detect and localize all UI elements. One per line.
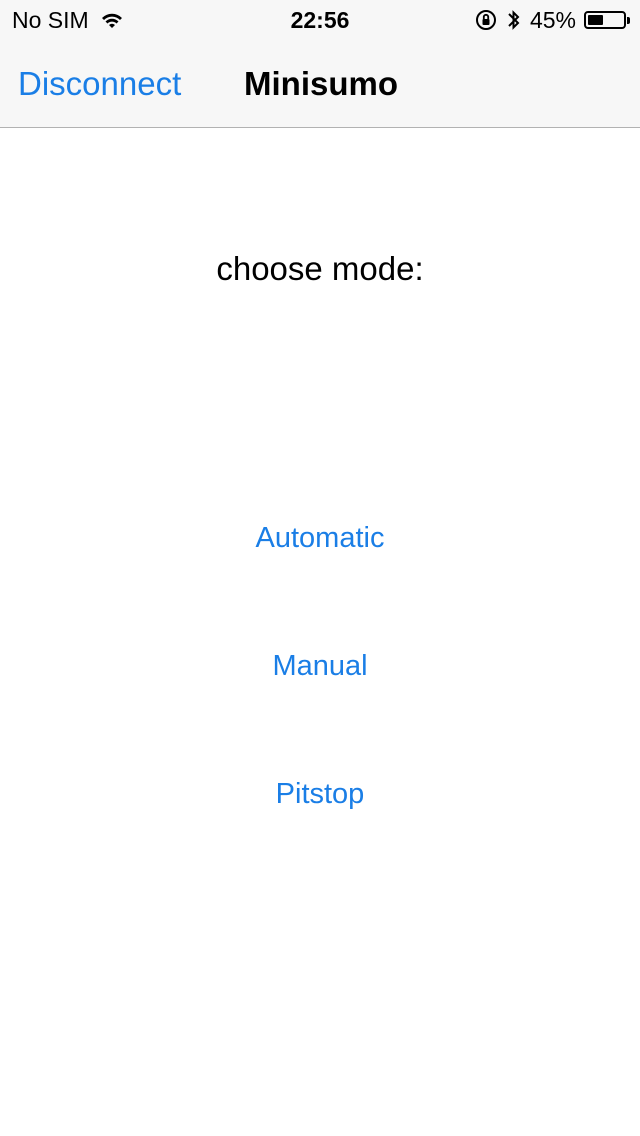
- navigation-bar: Disconnect Minisumo: [0, 40, 640, 128]
- pitstop-mode-button[interactable]: Pitstop: [0, 778, 640, 811]
- battery-fill: [588, 15, 603, 25]
- battery-percent: 45%: [529, 6, 576, 33]
- automatic-mode-button[interactable]: Automatic: [0, 522, 640, 555]
- battery-cap: [627, 16, 630, 24]
- battery-icon: [584, 11, 630, 29]
- bluetooth-icon: [506, 7, 522, 33]
- battery-body: [584, 11, 626, 29]
- status-bar: No SIM 22:56 45%: [0, 0, 640, 40]
- page-title: Minisumo: [244, 65, 398, 102]
- disconnect-button[interactable]: Disconnect: [18, 40, 181, 128]
- manual-mode-button[interactable]: Manual: [0, 650, 640, 683]
- rotation-lock-icon: [474, 8, 498, 32]
- status-right: 45%: [474, 0, 630, 40]
- choose-mode-label: choose mode:: [216, 250, 424, 287]
